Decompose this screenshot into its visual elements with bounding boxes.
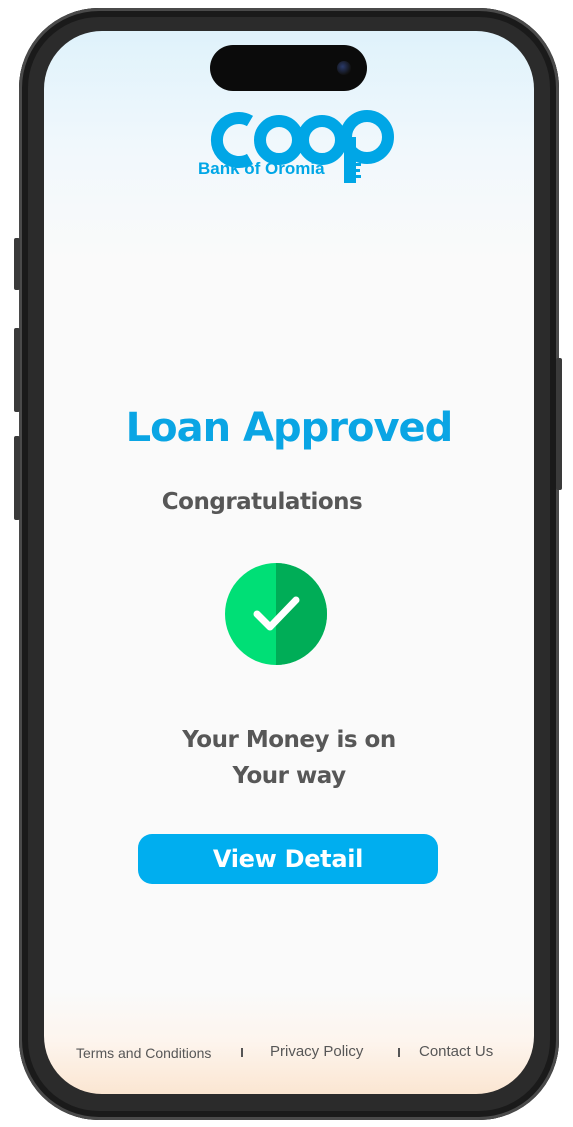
footer-divider bbox=[241, 1048, 243, 1057]
status-message: Your Money is on Your way bbox=[44, 722, 534, 794]
footer-divider bbox=[398, 1048, 400, 1057]
message-line-2: Your way bbox=[232, 763, 346, 789]
contact-link[interactable]: Contact Us bbox=[419, 1043, 493, 1060]
volume-down-button bbox=[14, 436, 20, 520]
page-title: Loan Approved bbox=[125, 405, 454, 451]
footer: Terms and Conditions Privacy Policy Cont… bbox=[44, 1043, 534, 1065]
message-line-1: Your Money is on bbox=[182, 727, 396, 753]
power-button bbox=[556, 358, 562, 490]
terms-link[interactable]: Terms and Conditions bbox=[76, 1045, 211, 1061]
congratulations-text: Congratulations bbox=[161, 489, 363, 515]
privacy-link[interactable]: Privacy Policy bbox=[270, 1043, 363, 1060]
silent-switch bbox=[14, 238, 20, 290]
logo-subtitle: Bank of Oromia bbox=[198, 159, 325, 178]
check-circle-icon bbox=[224, 562, 328, 666]
view-detail-button[interactable]: View Detail bbox=[138, 834, 438, 884]
dynamic-island bbox=[210, 45, 367, 91]
coop-logo: Bank of Oromia bbox=[198, 103, 398, 185]
camera-icon bbox=[337, 61, 351, 75]
volume-up-button bbox=[14, 328, 20, 412]
app-screen: Bank of Oromia Loan Approved Congratulat… bbox=[44, 31, 534, 1094]
